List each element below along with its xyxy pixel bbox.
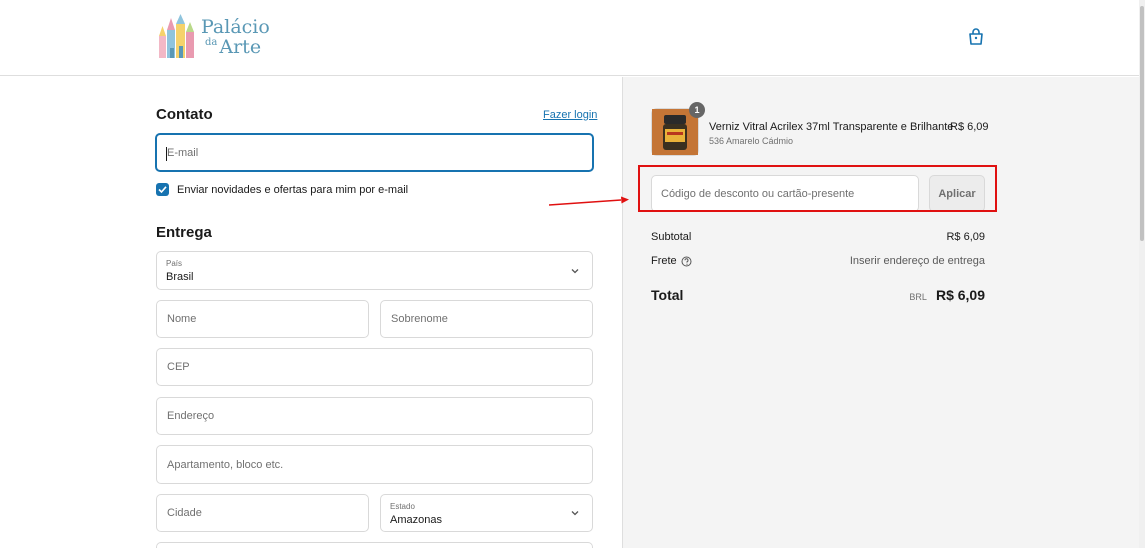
state-select[interactable]: Estado Amazonas — [380, 494, 593, 532]
logo-wordmark: Palácio da Arte — [201, 16, 270, 57]
subtotal-row: Subtotal R$ 6,09 — [651, 231, 985, 243]
state-caption: Estado — [390, 502, 415, 511]
country-select[interactable]: País Brasil — [156, 251, 593, 290]
shipping-label: Frete — [651, 255, 677, 267]
shopping-bag-icon[interactable] — [966, 27, 986, 47]
first-name-field[interactable]: Nome — [156, 300, 369, 338]
state-value: Amazonas — [390, 514, 442, 526]
scrollbar-thumb[interactable] — [1140, 6, 1144, 241]
email-placeholder: E-mail — [167, 146, 199, 159]
product-variant: 536 Amarelo Cádmio — [709, 136, 794, 146]
shipping-row: Frete Inserir endereço de entrega — [651, 255, 985, 267]
newsletter-checkbox[interactable] — [156, 183, 169, 196]
city-field[interactable]: Cidade — [156, 494, 369, 532]
email-field[interactable]: E-mail — [155, 133, 594, 172]
country-caption: País — [166, 259, 183, 268]
login-link[interactable]: Fazer login — [543, 109, 597, 121]
quantity-badge: 1 — [689, 102, 705, 118]
address-placeholder: Endereço — [167, 410, 215, 422]
total-amount-wrap: BRL R$ 6,09 — [909, 287, 985, 303]
shipping-value: Inserir endereço de entrega — [849, 255, 985, 267]
logo-line-2: da Arte — [205, 38, 261, 57]
cep-field[interactable]: CEP — [156, 348, 593, 386]
last-name-field[interactable]: Sobrenome — [380, 300, 593, 338]
total-value: R$ 6,09 — [935, 287, 985, 303]
header: Palácio da Arte — [0, 0, 1145, 76]
order-summary-panel — [622, 77, 1145, 548]
product-price: R$ 6,09 — [950, 121, 989, 133]
castle-logo-icon — [159, 14, 194, 58]
apartment-placeholder: Apartamento, bloco etc. — [167, 458, 284, 471]
logo-line-2-text: Arte — [219, 36, 262, 58]
total-label: Total — [651, 287, 684, 303]
subtotal-value: R$ 6,09 — [946, 231, 985, 243]
chevron-down-icon — [571, 268, 579, 273]
contact-heading: Contato — [156, 106, 213, 123]
delivery-heading: Entrega — [156, 224, 212, 241]
product-thumbnail: 1 — [651, 102, 705, 156]
discount-code-field[interactable]: Código de desconto ou cartão-presente — [651, 175, 919, 212]
newsletter-checkbox-row[interactable]: Enviar novidades e ofertas para mim por … — [156, 183, 408, 196]
shipping-label-wrap: Frete — [651, 255, 692, 267]
checkmark-icon — [158, 186, 167, 194]
annotation-arrow-icon — [549, 196, 629, 206]
country-value: Brasil — [166, 271, 194, 283]
cep-placeholder: CEP — [167, 361, 190, 373]
currency-code: BRL — [909, 292, 927, 302]
first-name-placeholder: Nome — [167, 313, 197, 325]
logo-line-1: Palácio — [201, 16, 270, 38]
apartment-field[interactable]: Apartamento, bloco etc. — [156, 445, 593, 484]
city-placeholder: Cidade — [167, 507, 202, 519]
newsletter-label: Enviar novidades e ofertas para mim por … — [177, 183, 409, 196]
help-circle-icon[interactable] — [681, 256, 692, 267]
chevron-down-icon — [571, 511, 579, 516]
product-name: Verniz Vitral Acrilex 37ml Transparente … — [709, 121, 954, 133]
address-field[interactable]: Endereço — [156, 397, 593, 435]
page-scrollbar[interactable] — [1139, 0, 1145, 548]
next-field-partial[interactable] — [156, 542, 593, 548]
total-row: Total BRL R$ 6,09 — [651, 287, 985, 303]
apply-discount-button[interactable]: Aplicar — [929, 175, 985, 212]
discount-placeholder: Código de desconto ou cartão-presente — [661, 188, 855, 200]
logo-small: da — [205, 37, 218, 48]
last-name-placeholder: Sobrenome — [391, 313, 448, 325]
subtotal-label: Subtotal — [651, 231, 692, 243]
store-logo[interactable]: Palácio da Arte — [157, 12, 277, 60]
